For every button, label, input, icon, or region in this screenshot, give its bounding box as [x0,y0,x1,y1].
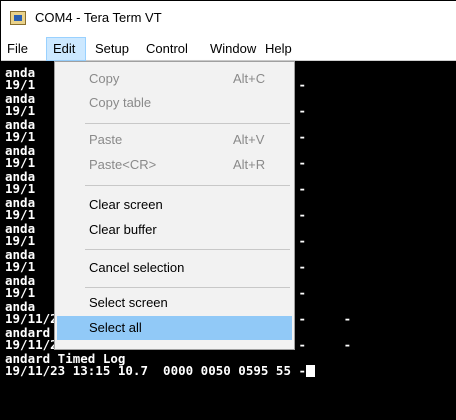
edit-menu-dropdown: Copy Alt+C Copy table Paste Alt+V Paste<… [54,61,295,350]
terminal-cursor [306,365,316,377]
menu-item-copy-table[interactable]: Copy table [57,91,292,115]
menu-control[interactable]: Control [140,37,194,61]
tera-term-window: COM4 - Tera Term VT File Edit Setup Cont… [0,0,456,419]
menu-item-label: Copy table [89,95,152,110]
tera-term-app-icon [10,11,26,25]
menu-separator [85,123,290,124]
menu-item-label: Select all [89,320,142,335]
terminal-line-text: 19/11/23 13:15 10.7 0000 0050 0595 55 - [5,363,307,378]
menu-item-select-all[interactable]: Select all [57,316,292,340]
menu-separator [85,185,290,186]
menu-item-clear-screen[interactable]: Clear screen [57,193,292,217]
menu-item-paste[interactable]: Paste Alt+V [57,128,292,152]
menu-file[interactable]: File [1,37,34,61]
menu-item-paste-cr[interactable]: Paste<CR> Alt+R [57,153,292,177]
menu-item-cancel-selection[interactable]: Cancel selection [57,256,292,280]
menu-bar: File Edit Setup Control Window Help [1,37,456,61]
menu-window[interactable]: Window [204,37,262,61]
window-title: COM4 - Tera Term VT [35,10,162,25]
menu-item-label: Paste [89,132,123,147]
menu-edit[interactable]: Edit [46,37,86,61]
menu-item-label: Copy [89,71,120,86]
menu-item-shortcut: Alt+R [233,157,266,172]
menu-item-shortcut: Alt+C [233,71,266,86]
menu-item-label: Clear screen [89,197,163,212]
menu-item-clear-buffer[interactable]: Clear buffer [57,218,292,242]
menu-setup[interactable]: Setup [89,37,135,61]
menu-separator [85,249,290,250]
menu-item-shortcut: Alt+V [233,132,265,147]
menu-item-copy[interactable]: Copy Alt+C [57,67,292,91]
title-bar[interactable]: COM4 - Tera Term VT [1,1,456,38]
menu-item-label: Clear buffer [89,222,157,237]
menu-item-label: Paste<CR> [89,157,157,172]
menu-separator [85,287,290,288]
menu-item-select-screen[interactable]: Select screen [57,291,292,315]
terminal-line-last: 19/11/23 13:15 10.7 0000 0050 0595 55 - [5,363,316,378]
menu-item-label: Select screen [89,295,168,310]
menu-help[interactable]: Help [259,37,298,61]
menu-item-label: Cancel selection [89,260,185,275]
